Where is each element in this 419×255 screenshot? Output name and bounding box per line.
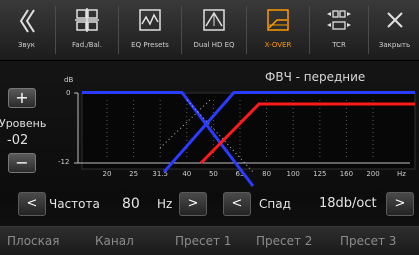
- freq-prev-button[interactable]: <: [18, 192, 46, 216]
- freq-next-button[interactable]: >: [179, 192, 207, 216]
- level-down-button[interactable]: −: [8, 153, 36, 173]
- hz-unit-label: Hz: [397, 170, 406, 178]
- freq-unit: Hz: [157, 197, 173, 211]
- crossover-screen: Звук Fad./Bal. EQ Presets Dual HD EQ X-O…: [0, 0, 419, 255]
- freq-value: 80: [122, 196, 140, 212]
- slope-next-button[interactable]: >: [386, 192, 414, 216]
- chevron-right-icon: >: [394, 196, 406, 211]
- freq-tick-label: 100: [287, 170, 300, 178]
- level-value: -02: [7, 133, 29, 148]
- freq-tick-label: 40: [182, 170, 191, 178]
- freq-tick-label: 160: [340, 170, 353, 178]
- freq-tick-label: 200: [366, 170, 379, 178]
- level-up-button[interactable]: +: [8, 88, 36, 108]
- freq-tick-label: 50: [209, 170, 218, 178]
- db-bottom-label: -12: [58, 158, 69, 166]
- presets-bar: Плоская Канал Пресет 1 Пресет 2 Пресет 3: [0, 226, 419, 255]
- freq-label: Частота: [49, 197, 100, 211]
- preset-channel-button[interactable]: Канал: [95, 234, 134, 248]
- level-label: Уровень: [0, 117, 47, 130]
- chevron-right-icon: >: [187, 196, 199, 211]
- crossover-title: ФВЧ - передние: [265, 70, 366, 84]
- slope-prev-button[interactable]: <: [223, 192, 251, 216]
- slope-label: Спад: [259, 197, 291, 211]
- db-top-label: 0: [66, 89, 70, 97]
- freq-tick-label: 125: [313, 170, 326, 178]
- preset-2-button[interactable]: Пресет 2: [256, 234, 312, 248]
- preset-3-button[interactable]: Пресет 3: [340, 234, 396, 248]
- chevron-left-icon: <: [231, 196, 243, 211]
- freq-tick-label: 80: [262, 170, 271, 178]
- freq-tick-label: 25: [129, 170, 138, 178]
- preset-1-button[interactable]: Пресет 1: [175, 234, 231, 248]
- db-unit-label: dB: [64, 76, 73, 84]
- freq-tick-label: 20: [103, 170, 112, 178]
- slope-value: 18db/oct: [319, 196, 377, 211]
- crossover-graph: 20 25 31.5 40 50 63 80 100 125 160 200 dB 0 -12 Hz: [58, 76, 416, 187]
- preset-flat-button[interactable]: Плоская: [7, 234, 59, 248]
- chevron-left-icon: <: [26, 196, 38, 211]
